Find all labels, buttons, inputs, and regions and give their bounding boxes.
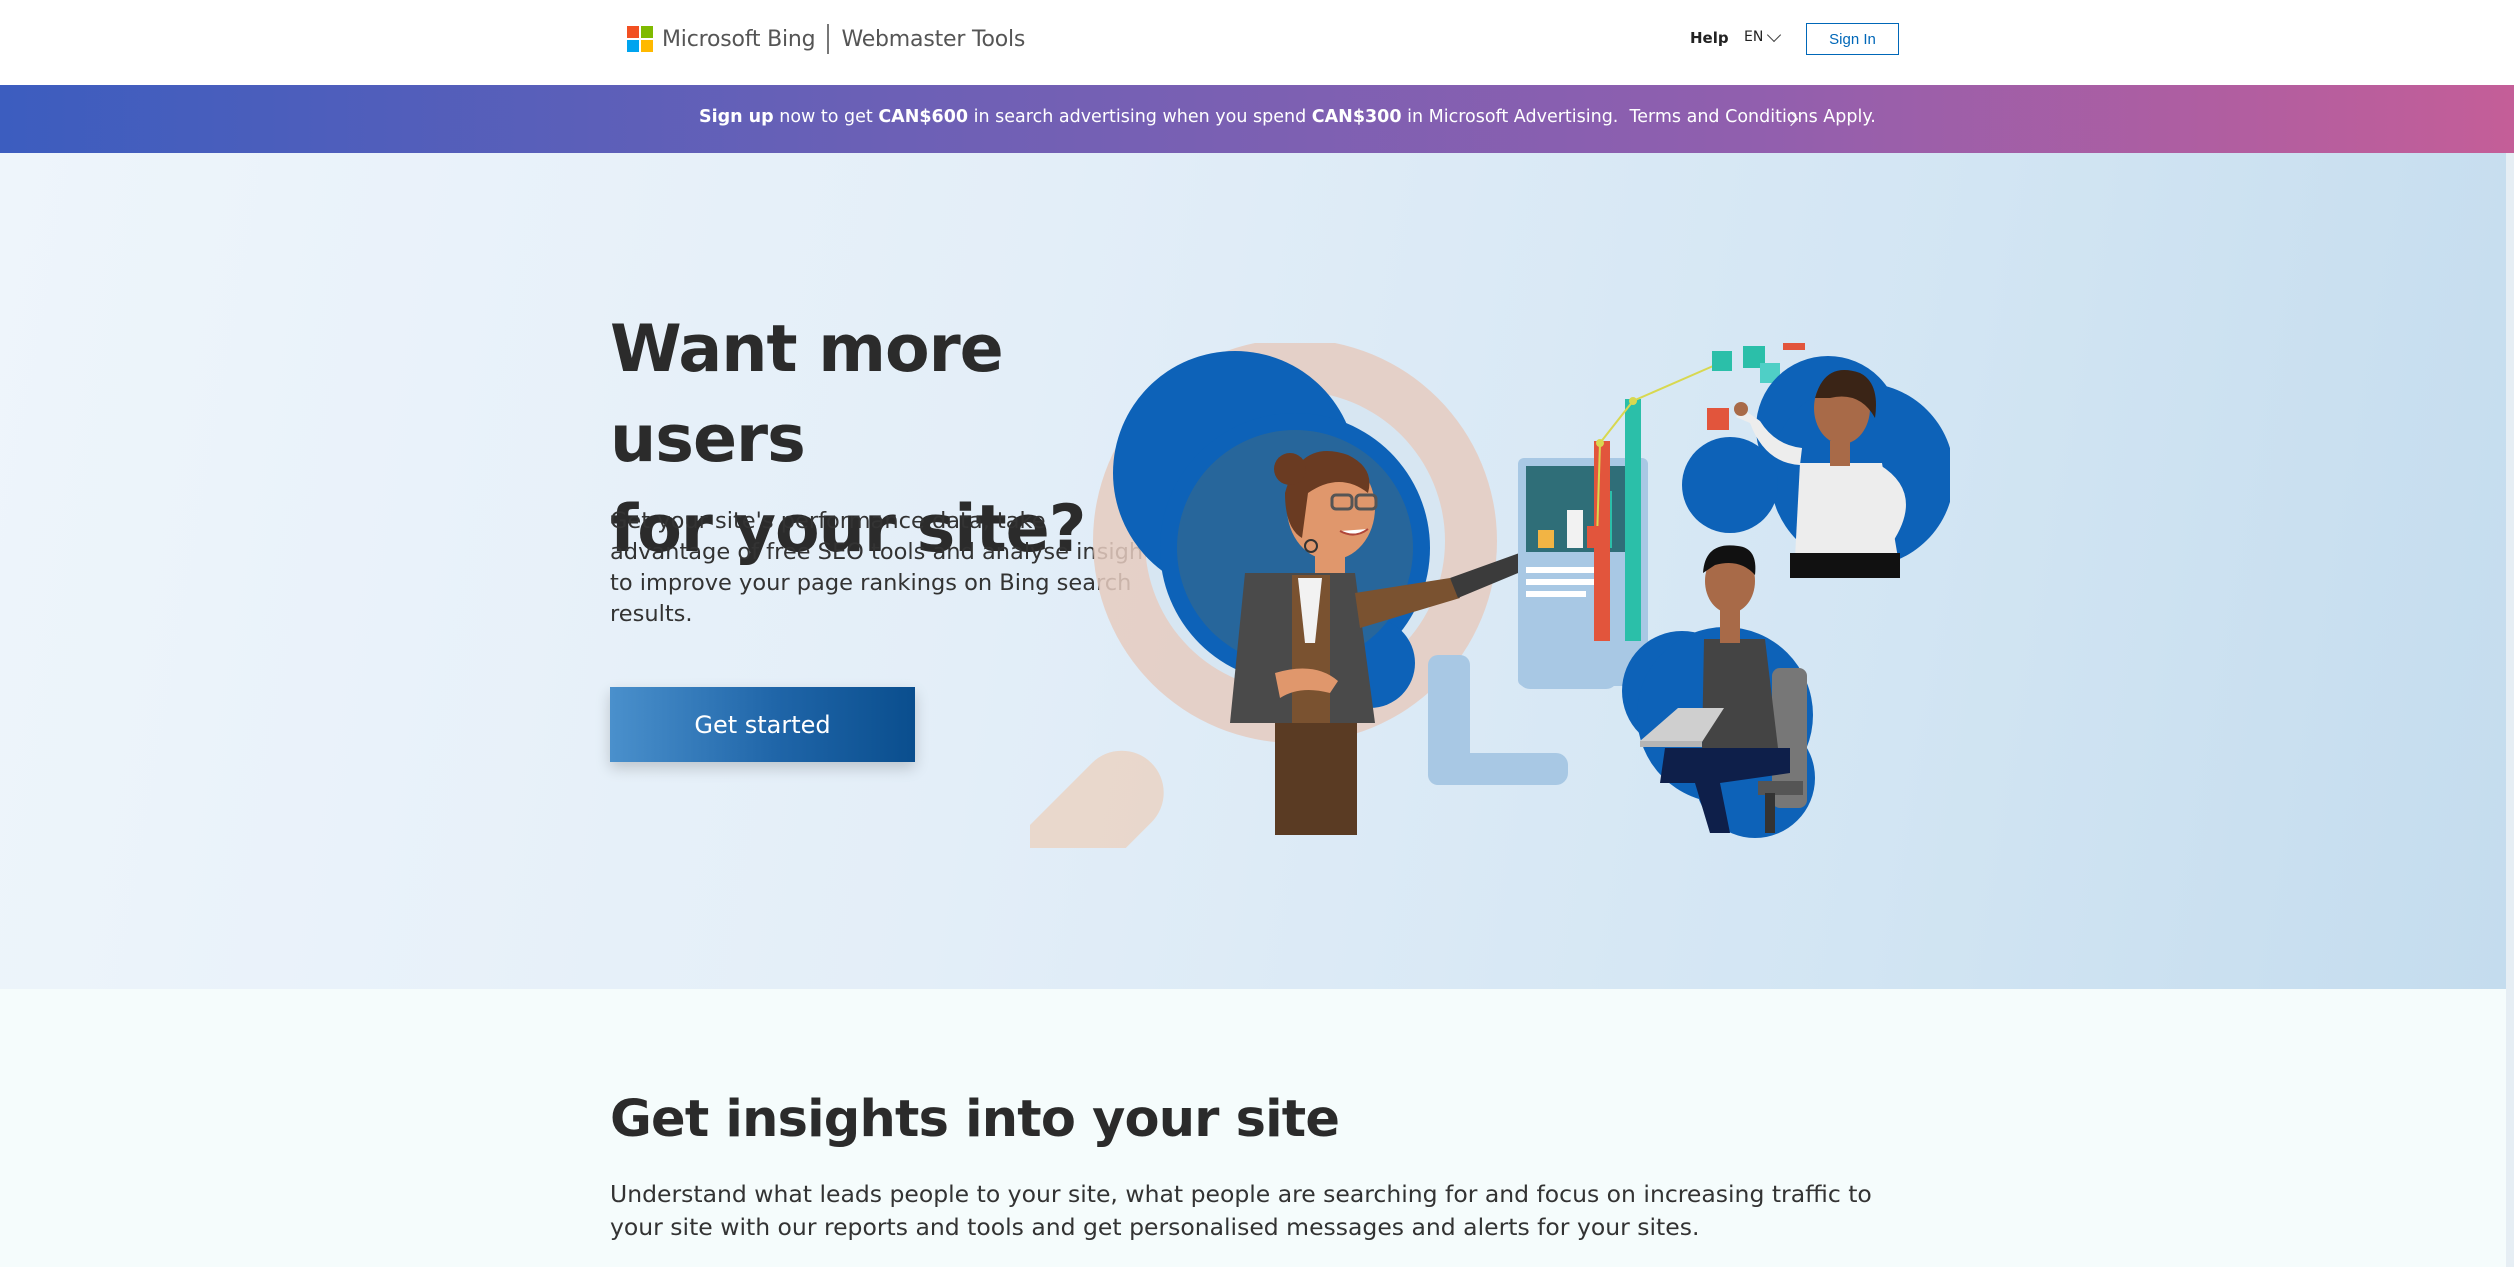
promo-text-part: in Microsoft Advertising. [1401,107,1619,127]
promo-text: Sign up now to get CAN$600 in search adv… [699,107,1876,127]
insights-title: Get insights into your site [610,1090,1340,1149]
promo-amount: CAN$600 [878,107,969,127]
help-link[interactable]: Help [1690,29,1729,47]
promo-signup[interactable]: Sign up [699,107,774,127]
promo-banner[interactable]: Sign up now to get CAN$600 in search adv… [0,85,2514,153]
hero-section: Want more users for your site? Get your … [0,153,2514,989]
hero-illustration [1030,343,1950,848]
microsoft-logo-icon [627,26,653,52]
brand-link[interactable]: Microsoft Bing Webmaster Tools [627,23,1025,55]
product-name: Webmaster Tools [841,26,1026,52]
insights-description: Understand what leads people to your sit… [610,1180,1872,1241]
page-scrollbar[interactable] [2506,153,2514,1267]
hero-title-line: Want more users [610,312,1004,477]
language-label: EN [1744,29,1764,45]
brand-name: Microsoft Bing [662,26,816,52]
get-started-button[interactable]: Get started [610,687,915,762]
top-navigation-bar: Microsoft Bing Webmaster Tools Help EN S… [0,0,2514,85]
promo-text-part: in search advertising when you spend [968,107,1312,127]
sign-in-button[interactable]: Sign In [1806,23,1899,55]
brand-divider [827,24,830,54]
chevron-down-icon [1767,27,1782,42]
language-selector[interactable]: EN [1744,27,1782,45]
promo-text-part: now to get [773,107,879,127]
promo-terms-link[interactable]: Terms and Conditions Apply. [1630,107,1876,127]
promo-amount: CAN$300 [1311,107,1402,127]
